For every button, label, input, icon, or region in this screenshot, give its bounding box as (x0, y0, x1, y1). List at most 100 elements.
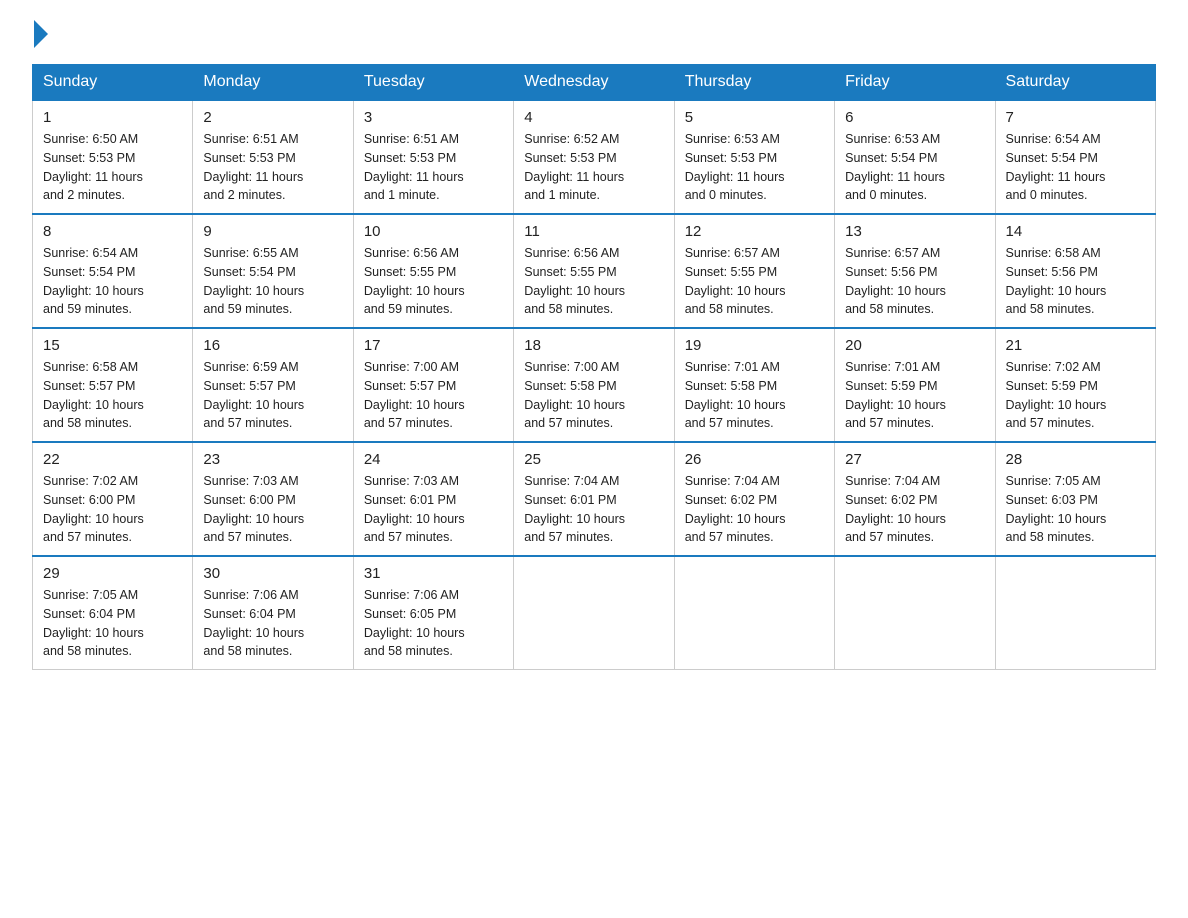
day-of-week-header: Friday (835, 65, 995, 101)
page-header (32, 24, 1156, 48)
calendar-cell: 10 Sunrise: 6:56 AMSunset: 5:55 PMDaylig… (353, 214, 513, 328)
day-info: Sunrise: 7:00 AMSunset: 5:58 PMDaylight:… (524, 358, 663, 433)
day-info: Sunrise: 6:54 AMSunset: 5:54 PMDaylight:… (1006, 130, 1145, 205)
calendar-cell: 19 Sunrise: 7:01 AMSunset: 5:58 PMDaylig… (674, 328, 834, 442)
calendar-cell: 24 Sunrise: 7:03 AMSunset: 6:01 PMDaylig… (353, 442, 513, 556)
day-info: Sunrise: 7:06 AMSunset: 6:05 PMDaylight:… (364, 586, 503, 661)
day-info: Sunrise: 6:53 AMSunset: 5:53 PMDaylight:… (685, 130, 824, 205)
calendar-cell: 12 Sunrise: 6:57 AMSunset: 5:55 PMDaylig… (674, 214, 834, 328)
day-number: 7 (1006, 109, 1145, 126)
calendar-cell: 28 Sunrise: 7:05 AMSunset: 6:03 PMDaylig… (995, 442, 1155, 556)
calendar-cell: 29 Sunrise: 7:05 AMSunset: 6:04 PMDaylig… (33, 556, 193, 670)
calendar-cell: 22 Sunrise: 7:02 AMSunset: 6:00 PMDaylig… (33, 442, 193, 556)
day-of-week-header: Wednesday (514, 65, 674, 101)
day-number: 14 (1006, 223, 1145, 240)
day-number: 2 (203, 109, 342, 126)
day-number: 21 (1006, 337, 1145, 354)
calendar-cell: 17 Sunrise: 7:00 AMSunset: 5:57 PMDaylig… (353, 328, 513, 442)
day-info: Sunrise: 6:55 AMSunset: 5:54 PMDaylight:… (203, 244, 342, 319)
calendar-cell (835, 556, 995, 670)
calendar-cell: 15 Sunrise: 6:58 AMSunset: 5:57 PMDaylig… (33, 328, 193, 442)
day-number: 22 (43, 451, 182, 468)
day-number: 23 (203, 451, 342, 468)
day-number: 29 (43, 565, 182, 582)
day-number: 28 (1006, 451, 1145, 468)
calendar-cell (674, 556, 834, 670)
day-header-row: SundayMondayTuesdayWednesdayThursdayFrid… (33, 65, 1156, 101)
day-info: Sunrise: 7:06 AMSunset: 6:04 PMDaylight:… (203, 586, 342, 661)
week-row: 8 Sunrise: 6:54 AMSunset: 5:54 PMDayligh… (33, 214, 1156, 328)
calendar-cell: 1 Sunrise: 6:50 AMSunset: 5:53 PMDayligh… (33, 100, 193, 214)
day-info: Sunrise: 6:52 AMSunset: 5:53 PMDaylight:… (524, 130, 663, 205)
day-number: 5 (685, 109, 824, 126)
day-number: 9 (203, 223, 342, 240)
day-number: 10 (364, 223, 503, 240)
day-info: Sunrise: 7:05 AMSunset: 6:03 PMDaylight:… (1006, 472, 1145, 547)
day-info: Sunrise: 6:57 AMSunset: 5:56 PMDaylight:… (845, 244, 984, 319)
week-row: 22 Sunrise: 7:02 AMSunset: 6:00 PMDaylig… (33, 442, 1156, 556)
day-number: 4 (524, 109, 663, 126)
day-number: 20 (845, 337, 984, 354)
day-info: Sunrise: 6:53 AMSunset: 5:54 PMDaylight:… (845, 130, 984, 205)
day-number: 30 (203, 565, 342, 582)
week-row: 1 Sunrise: 6:50 AMSunset: 5:53 PMDayligh… (33, 100, 1156, 214)
day-of-week-header: Thursday (674, 65, 834, 101)
day-info: Sunrise: 7:00 AMSunset: 5:57 PMDaylight:… (364, 358, 503, 433)
day-info: Sunrise: 7:03 AMSunset: 6:00 PMDaylight:… (203, 472, 342, 547)
day-info: Sunrise: 6:57 AMSunset: 5:55 PMDaylight:… (685, 244, 824, 319)
day-info: Sunrise: 7:02 AMSunset: 6:00 PMDaylight:… (43, 472, 182, 547)
day-number: 13 (845, 223, 984, 240)
day-number: 26 (685, 451, 824, 468)
day-info: Sunrise: 6:50 AMSunset: 5:53 PMDaylight:… (43, 130, 182, 205)
day-info: Sunrise: 7:04 AMSunset: 6:01 PMDaylight:… (524, 472, 663, 547)
logo (32, 24, 48, 48)
calendar-cell: 9 Sunrise: 6:55 AMSunset: 5:54 PMDayligh… (193, 214, 353, 328)
calendar-cell: 18 Sunrise: 7:00 AMSunset: 5:58 PMDaylig… (514, 328, 674, 442)
calendar-cell (995, 556, 1155, 670)
day-info: Sunrise: 6:54 AMSunset: 5:54 PMDaylight:… (43, 244, 182, 319)
day-info: Sunrise: 7:02 AMSunset: 5:59 PMDaylight:… (1006, 358, 1145, 433)
day-info: Sunrise: 6:56 AMSunset: 5:55 PMDaylight:… (524, 244, 663, 319)
calendar-cell: 27 Sunrise: 7:04 AMSunset: 6:02 PMDaylig… (835, 442, 995, 556)
week-row: 15 Sunrise: 6:58 AMSunset: 5:57 PMDaylig… (33, 328, 1156, 442)
calendar-cell: 21 Sunrise: 7:02 AMSunset: 5:59 PMDaylig… (995, 328, 1155, 442)
calendar-cell: 14 Sunrise: 6:58 AMSunset: 5:56 PMDaylig… (995, 214, 1155, 328)
calendar-cell: 2 Sunrise: 6:51 AMSunset: 5:53 PMDayligh… (193, 100, 353, 214)
day-number: 25 (524, 451, 663, 468)
calendar-cell: 25 Sunrise: 7:04 AMSunset: 6:01 PMDaylig… (514, 442, 674, 556)
day-of-week-header: Sunday (33, 65, 193, 101)
calendar-cell: 6 Sunrise: 6:53 AMSunset: 5:54 PMDayligh… (835, 100, 995, 214)
day-number: 27 (845, 451, 984, 468)
day-of-week-header: Saturday (995, 65, 1155, 101)
day-of-week-header: Tuesday (353, 65, 513, 101)
calendar-cell: 7 Sunrise: 6:54 AMSunset: 5:54 PMDayligh… (995, 100, 1155, 214)
day-info: Sunrise: 6:51 AMSunset: 5:53 PMDaylight:… (203, 130, 342, 205)
day-number: 8 (43, 223, 182, 240)
calendar-cell: 31 Sunrise: 7:06 AMSunset: 6:05 PMDaylig… (353, 556, 513, 670)
day-info: Sunrise: 7:05 AMSunset: 6:04 PMDaylight:… (43, 586, 182, 661)
day-number: 19 (685, 337, 824, 354)
day-number: 24 (364, 451, 503, 468)
day-of-week-header: Monday (193, 65, 353, 101)
calendar-cell: 8 Sunrise: 6:54 AMSunset: 5:54 PMDayligh… (33, 214, 193, 328)
day-number: 1 (43, 109, 182, 126)
calendar-table: SundayMondayTuesdayWednesdayThursdayFrid… (32, 64, 1156, 670)
day-number: 12 (685, 223, 824, 240)
calendar-cell: 16 Sunrise: 6:59 AMSunset: 5:57 PMDaylig… (193, 328, 353, 442)
day-info: Sunrise: 6:56 AMSunset: 5:55 PMDaylight:… (364, 244, 503, 319)
day-number: 18 (524, 337, 663, 354)
calendar-cell: 30 Sunrise: 7:06 AMSunset: 6:04 PMDaylig… (193, 556, 353, 670)
day-info: Sunrise: 6:51 AMSunset: 5:53 PMDaylight:… (364, 130, 503, 205)
calendar-cell: 4 Sunrise: 6:52 AMSunset: 5:53 PMDayligh… (514, 100, 674, 214)
day-info: Sunrise: 7:01 AMSunset: 5:58 PMDaylight:… (685, 358, 824, 433)
calendar-cell: 26 Sunrise: 7:04 AMSunset: 6:02 PMDaylig… (674, 442, 834, 556)
calendar-cell: 20 Sunrise: 7:01 AMSunset: 5:59 PMDaylig… (835, 328, 995, 442)
day-number: 31 (364, 565, 503, 582)
day-info: Sunrise: 7:04 AMSunset: 6:02 PMDaylight:… (685, 472, 824, 547)
calendar-cell (514, 556, 674, 670)
day-info: Sunrise: 6:59 AMSunset: 5:57 PMDaylight:… (203, 358, 342, 433)
day-number: 11 (524, 223, 663, 240)
calendar-cell: 11 Sunrise: 6:56 AMSunset: 5:55 PMDaylig… (514, 214, 674, 328)
day-info: Sunrise: 6:58 AMSunset: 5:57 PMDaylight:… (43, 358, 182, 433)
day-number: 3 (364, 109, 503, 126)
